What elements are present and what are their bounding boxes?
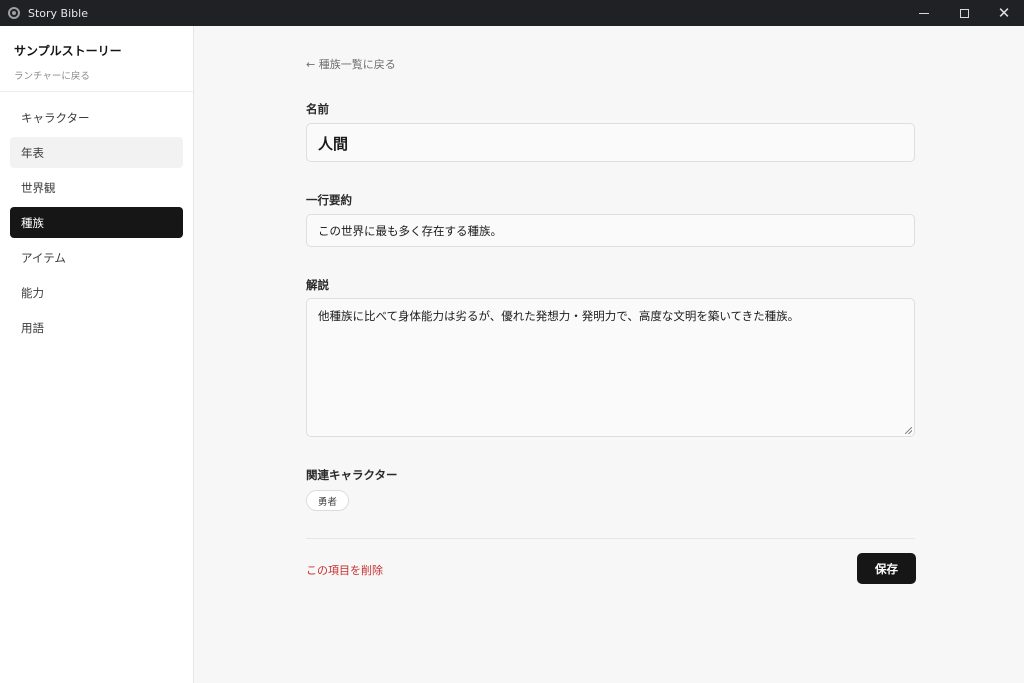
window-title: Story Bible (28, 6, 88, 20)
maximize-icon (959, 8, 969, 18)
title-bar: Story Bible ✕ (0, 0, 1024, 26)
name-input[interactable]: 人間 (306, 123, 915, 162)
back-to-race-list-link[interactable]: ← 種族一覧に戻る (306, 56, 396, 72)
minimize-button[interactable] (904, 0, 944, 26)
resize-handle-icon[interactable] (905, 427, 912, 434)
sidebar-item-timeline[interactable]: 年表 (10, 137, 183, 168)
delete-item-link[interactable]: この項目を削除 (306, 562, 383, 578)
sidebar-item-abilities[interactable]: 能力 (10, 277, 183, 308)
sidebar-item-items[interactable]: アイテム (10, 242, 183, 273)
sidebar-item-characters[interactable]: キャラクター (10, 102, 183, 133)
description-label: 解説 (306, 278, 329, 292)
name-label: 名前 (306, 102, 329, 116)
story-header: サンプルストーリー ランチャーに戻る (0, 26, 193, 92)
gear-icon (8, 7, 20, 19)
sidebar-item-terms[interactable]: 用語 (10, 312, 183, 343)
sidebar-item-races[interactable]: 種族 (10, 207, 183, 238)
summary-input[interactable]: この世界に最も多く存在する種族。 (306, 214, 915, 247)
back-to-launcher-link[interactable]: ランチャーに戻る (14, 68, 193, 82)
summary-label: 一行要約 (306, 193, 352, 207)
sidebar-item-worldview[interactable]: 世界観 (10, 172, 183, 203)
sidebar: サンプルストーリー ランチャーに戻る キャラクター 年表 世界観 種族 アイテム… (0, 26, 194, 683)
related-characters-label: 関連キャラクター (306, 468, 398, 482)
close-button[interactable]: ✕ (984, 0, 1024, 26)
race-editor: ← 種族一覧に戻る 名前 人間 一行要約 この世界に最も多く存在する種族。 解説… (195, 26, 1024, 683)
description-textarea[interactable]: 他種族に比べて身体能力は劣るが、優れた発想力・発明力で、高度な文明を築いてきた種… (306, 298, 915, 437)
story-title: サンプルストーリー (14, 44, 122, 58)
save-button[interactable]: 保存 (857, 553, 916, 584)
divider (306, 538, 915, 539)
close-icon: ✕ (997, 3, 1011, 22)
maximize-button[interactable] (944, 0, 984, 26)
minimize-icon (919, 12, 929, 14)
related-character-chip[interactable]: 勇者 (306, 490, 350, 511)
sidebar-nav: キャラクター 年表 世界観 種族 アイテム 能力 用語 (0, 92, 193, 343)
description-text: 他種族に比べて身体能力は劣るが、優れた発想力・発明力で、高度な文明を築いてきた種… (318, 309, 800, 323)
window-controls: ✕ (904, 0, 1024, 26)
